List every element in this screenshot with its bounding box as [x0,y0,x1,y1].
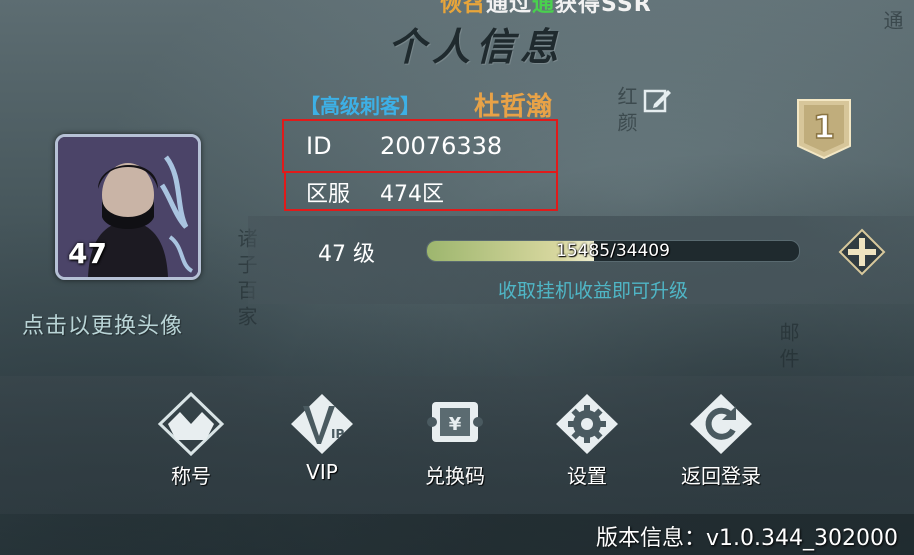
change-avatar-hint[interactable]: 点击以更换头像 [22,308,183,340]
back-to-login-label: 返回登录 [681,464,761,488]
settings-button[interactable]: 设置 [542,392,632,489]
deco-text-mid: 红颜 [614,86,638,138]
server-highlight-box [284,171,558,211]
deco-text-right: 邮件 [776,322,800,374]
rank-badge-number: 1 [813,108,835,146]
gear-icon [556,394,618,454]
vip-button-label: VIP [306,460,338,484]
level-up-hint: 收取挂机收益即可升级 [498,280,689,302]
redeem-code-label: 兑换码 [425,464,485,488]
player-name: 杜哲瀚 [474,92,553,122]
level-up-plus-button[interactable] [838,228,886,276]
avatar-level: 47 [68,237,107,270]
settings-button-label: 设置 [567,464,607,488]
vip-button[interactable]: IP VIP [277,392,367,484]
top-banner: 恢召通过通获得SSR [440,0,652,17]
banner-text-2: 通过 [486,0,533,17]
banner-text-3: 通 [532,0,556,17]
svg-text:IP: IP [331,427,344,441]
version-info: 版本信息：v1.0.344_302000 [596,526,898,551]
rank-tag: 【高级刺客】 [300,94,420,118]
deco-text-topright: 通 [880,10,904,36]
exp-text: 15485/34409 [556,241,670,261]
page-title: 个人信息 [387,24,564,69]
banner-text-4: 获得SSR [555,0,652,17]
title-button-label: 称号 [171,464,211,488]
exp-bar: 15485/34409 [426,240,800,262]
return-icon [690,394,752,454]
svg-text:¥: ¥ [449,414,462,435]
rank-badge-icon: 1 [797,99,851,160]
vip-icon: IP [291,394,353,454]
avatar[interactable]: 47 [55,134,201,280]
ticket-icon: ¥ [427,402,483,442]
crown-icon [157,392,225,456]
edit-name-icon[interactable] [642,86,672,116]
avatar-frame[interactable]: 47 [50,130,201,280]
title-button[interactable]: 称号 [146,392,236,489]
redeem-code-button[interactable]: ¥ 兑换码 [410,392,500,489]
id-highlight-box [282,119,558,173]
banner-text-1: 恢召 [440,0,487,17]
level-text: 47 级 [318,242,375,267]
back-to-login-button[interactable]: 返回登录 [676,392,766,489]
